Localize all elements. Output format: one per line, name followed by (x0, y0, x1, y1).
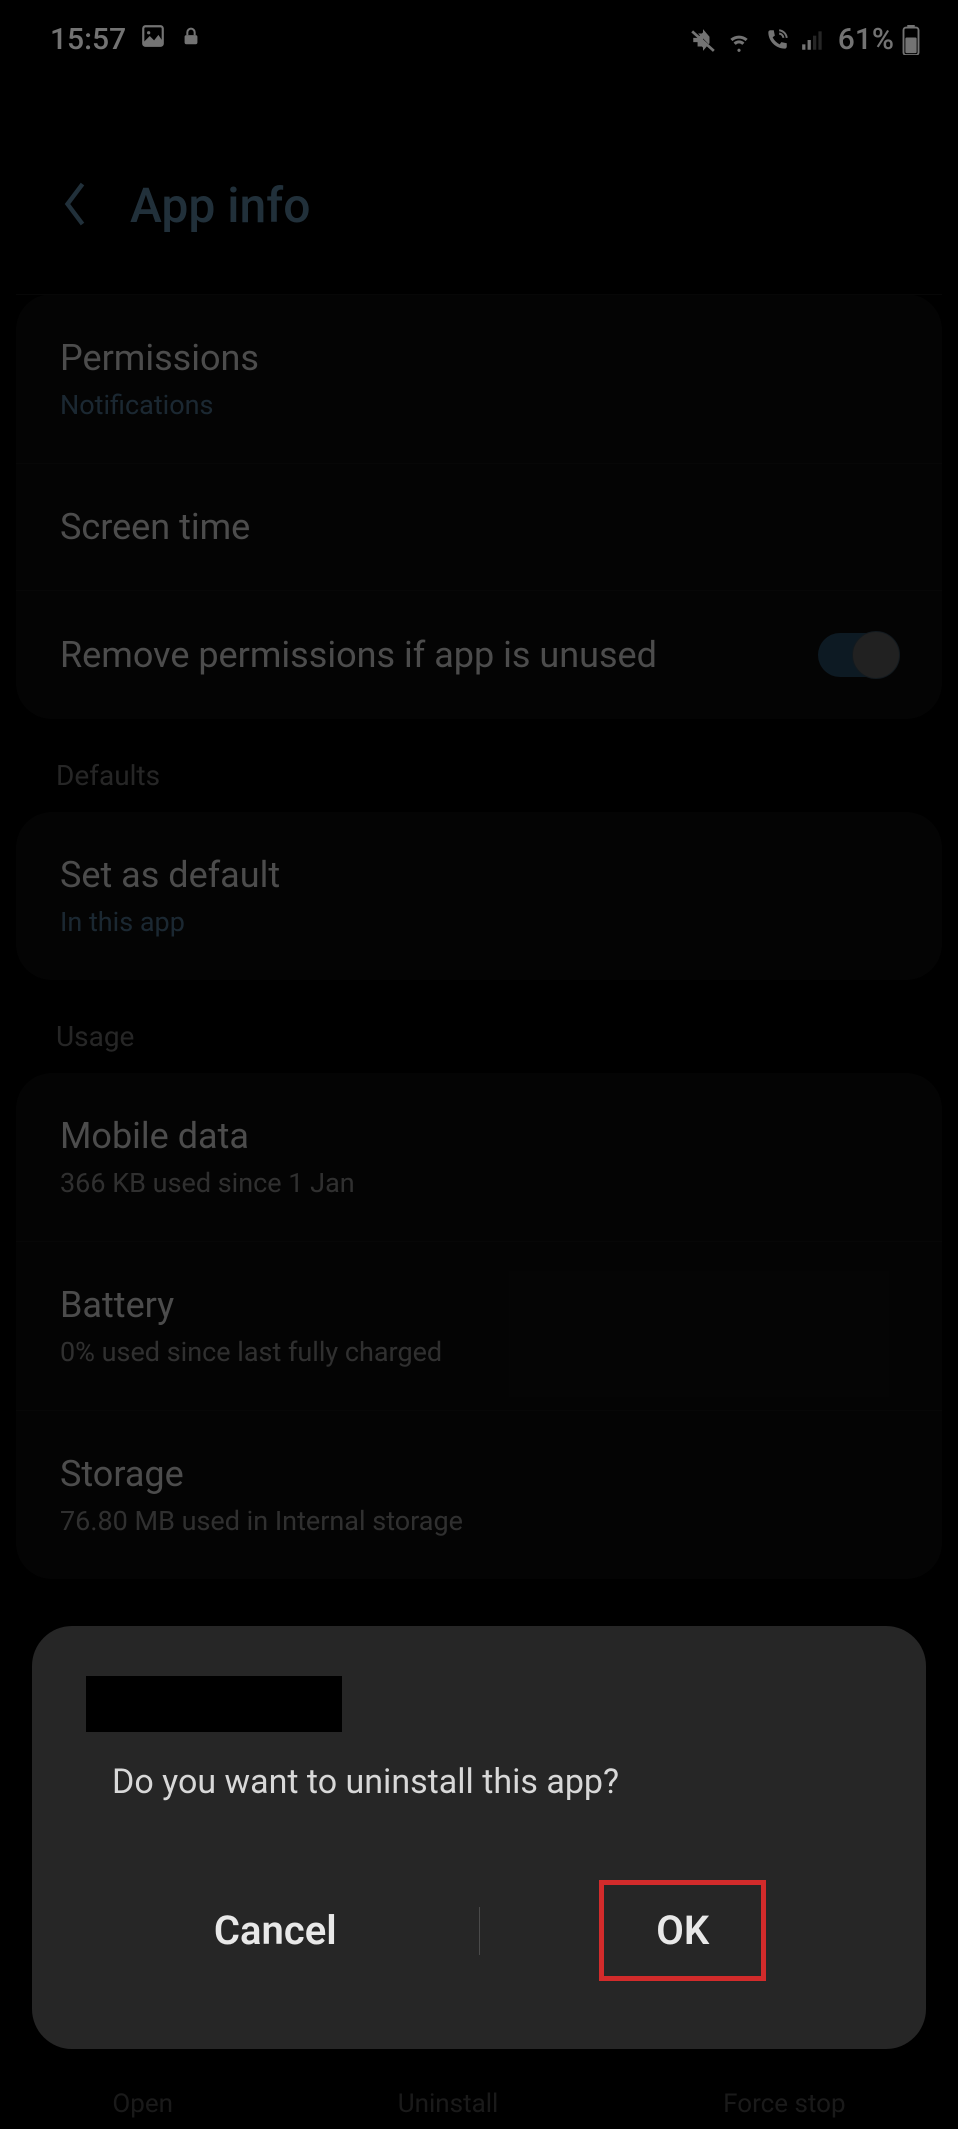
uninstall-dialog: Do you want to uninstall this app? Cance… (32, 1626, 926, 2049)
dialog-buttons: Cancel OK (32, 1852, 926, 2009)
ok-button[interactable]: OK (480, 1852, 887, 2009)
ok-highlight: OK (599, 1880, 766, 1981)
dialog-message: Do you want to uninstall this app? (32, 1762, 926, 1852)
dialog-app-name-redacted (86, 1676, 342, 1732)
cancel-button[interactable]: Cancel (72, 1879, 479, 1982)
